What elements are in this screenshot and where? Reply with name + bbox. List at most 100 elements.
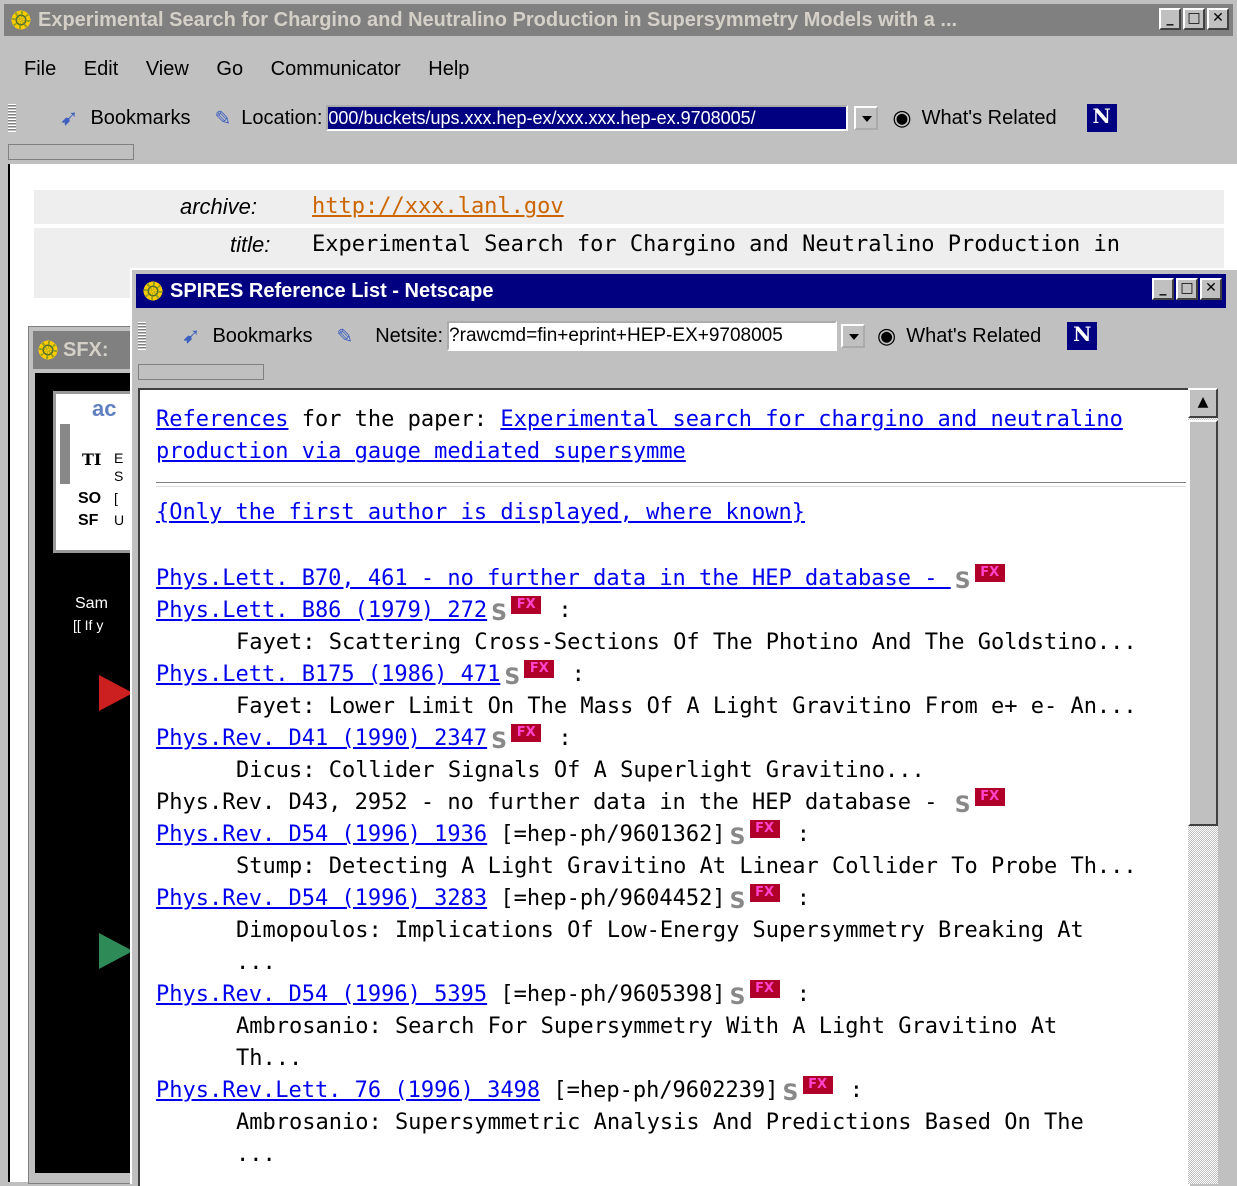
reference-colon: : — [783, 822, 811, 847]
reference-link[interactable]: Phys.Rev.Lett. 76 (1996) 3498 — [156, 1078, 540, 1103]
sfx-text-2: [[ If y — [73, 617, 104, 633]
vertical-scrollbar[interactable]: ▲ — [1188, 388, 1218, 1184]
netsite-dropdown-button[interactable] — [841, 324, 866, 348]
reference-colon: : — [836, 1078, 864, 1103]
reference-item: Phys.Lett. B70, 461 - no further data in… — [156, 563, 1186, 595]
toolbar-grip[interactable] — [8, 104, 16, 132]
netsite-input[interactable]: ?rawcmd=fin+eprint+HEP-EX+9708005 — [447, 321, 838, 351]
scroll-thumb[interactable] — [1188, 420, 1218, 826]
spires-window: SPIRES Reference List - Netscape _ □ ✕ ➹… — [130, 268, 1237, 1186]
reference-description: Fayet: Lower Limit On The Mass Of A Ligh… — [236, 694, 1137, 719]
reference-link[interactable]: Phys.Rev. D54 (1996) 5395 — [156, 982, 487, 1007]
netscape-n-icon[interactable]: N — [1086, 104, 1117, 132]
reference-eprint: [=hep-ph/9604452] — [487, 886, 726, 911]
sfx-window-title: SFX: — [63, 338, 109, 361]
netscape-logo-icon — [10, 9, 32, 31]
spires-collapsed-toolbar-tab[interactable] — [138, 364, 264, 380]
spires-maximize-button[interactable]: □ — [1176, 278, 1198, 300]
sfx-field-ti-value2: S — [114, 468, 124, 484]
menu-communicator[interactable]: Communicator — [271, 58, 401, 80]
reference-description-continued: ... — [236, 1142, 276, 1167]
close-button[interactable]: ✕ — [1207, 8, 1229, 30]
sfx-link-icon[interactable]: S FX — [955, 564, 1009, 594]
minimize-button[interactable]: _ — [1159, 8, 1181, 30]
reference-list: Phys.Lett. B70, 461 - no further data in… — [156, 563, 1186, 1171]
reference-colon: : — [545, 726, 572, 751]
reference-colon: : — [545, 598, 572, 623]
title-value: Experimental Search for Chargino and Neu… — [312, 232, 1120, 257]
sfx-link-icon[interactable]: S FX — [491, 724, 545, 754]
main-titlebar[interactable]: Experimental Search for Chargino and Neu… — [4, 4, 1233, 36]
netscape-n-icon[interactable]: N — [1067, 322, 1098, 350]
whats-related-button[interactable]: What's Related — [922, 107, 1057, 130]
spires-bookmarks-button[interactable]: Bookmarks — [212, 325, 312, 348]
sfx-field-sf-value: U — [114, 512, 125, 528]
reference-eprint: [=hep-ph/9605398] — [487, 982, 726, 1007]
sfx-link-icon[interactable]: S FX — [504, 660, 558, 690]
sfx-content: ac TI E S SO [ SF U Sam [[ If y — [35, 373, 159, 1173]
reference-link[interactable]: Phys.Lett. B86 (1979) 272 — [156, 598, 487, 623]
location-dropdown-button[interactable] — [854, 106, 879, 130]
scroll-up-button[interactable]: ▲ — [1188, 388, 1218, 418]
paper-title-link[interactable]: Experimental search for chargino and neu… — [500, 407, 1123, 432]
sfx-field-so-value: [ — [114, 490, 118, 506]
reference-link[interactable]: Phys.Lett. B70, 461 - no further data in… — [156, 566, 951, 591]
bookmarks-icon[interactable]: ➹ — [60, 105, 78, 131]
sfx-box-heading: ac — [92, 396, 117, 421]
reference-colon: : — [783, 886, 811, 911]
archive-link[interactable]: http://xxx.lanl.gov — [312, 194, 564, 219]
sfx-box-scrollbar[interactable] — [60, 424, 70, 484]
bookmarks-button[interactable]: Bookmarks — [90, 107, 190, 130]
reference-description: Dicus: Collider Signals Of A Superlight … — [236, 758, 925, 783]
sfx-arrow-red-icon[interactable] — [99, 675, 133, 711]
spires-minimize-button[interactable]: _ — [1152, 278, 1174, 300]
netscape-logo-icon — [37, 339, 59, 361]
spires-titlebar[interactable]: SPIRES Reference List - Netscape _ □ ✕ — [136, 274, 1226, 308]
sfx-link-icon[interactable]: S FX — [730, 884, 784, 914]
reference-link: Phys.Rev. D43, 2952 - no further data in… — [156, 790, 951, 815]
horizontal-rule — [156, 482, 1186, 487]
sfx-link-icon[interactable]: S FX — [955, 788, 1009, 818]
menu-edit[interactable]: Edit — [84, 58, 118, 80]
maximize-button[interactable]: □ — [1183, 8, 1205, 30]
menu-file[interactable]: File — [24, 58, 56, 80]
main-window-title: Experimental Search for Chargino and Neu… — [38, 8, 958, 31]
collapsed-toolbar-tab[interactable] — [8, 144, 134, 160]
reference-link[interactable]: Phys.Lett. B175 (1986) 471 — [156, 662, 500, 687]
netsite-icon: ✎ — [336, 325, 354, 348]
sfx-titlebar[interactable]: SFX: — [33, 331, 143, 369]
title-label: title: — [230, 232, 271, 257]
references-link[interactable]: References — [156, 407, 288, 432]
spires-location-toolbar: ➹ Bookmarks ✎ Netsite: ?rawcmd=fin+eprin… — [138, 316, 1237, 356]
reference-item: Phys.Lett. B86 (1979) 272 S FX : Fayet: Sca… — [156, 595, 1186, 659]
menu-view[interactable]: View — [146, 58, 189, 80]
sfx-link-icon[interactable]: S FX — [491, 596, 545, 626]
menu-go[interactable]: Go — [216, 58, 243, 80]
first-author-note-link[interactable]: {Only the first author is displayed, whe… — [156, 500, 805, 525]
bookmarks-icon[interactable]: ➹ — [182, 323, 200, 349]
toolbar-grip[interactable] — [138, 322, 146, 350]
whats-related-icon[interactable]: ◉ — [892, 105, 911, 131]
location-label: Location: — [241, 106, 323, 129]
menu-help[interactable]: Help — [428, 58, 469, 80]
reference-description: Dimopoulos: Implications Of Low-Energy S… — [236, 918, 1084, 943]
sfx-link-icon[interactable]: S FX — [730, 820, 784, 850]
reference-colon: : — [558, 662, 585, 687]
whats-related-icon[interactable]: ◉ — [877, 323, 896, 349]
archive-label: archive: — [180, 194, 258, 219]
spires-close-button[interactable]: ✕ — [1200, 278, 1222, 300]
sfx-link-icon[interactable]: S FX — [730, 980, 784, 1010]
reference-item: Phys.Rev. D43, 2952 - no further data in… — [156, 787, 1186, 819]
reference-link[interactable]: Phys.Rev. D41 (1990) 2347 — [156, 726, 487, 751]
location-input[interactable]: 000/buckets/ups.xxx.hep-ex/xxx.xxx.hep-e… — [326, 105, 849, 131]
paper-title-link-line2[interactable]: production via gauge mediated supersymme — [156, 439, 686, 464]
sfx-field-ti-label: TI — [82, 450, 102, 469]
reference-link[interactable]: Phys.Rev. D54 (1996) 1936 — [156, 822, 487, 847]
reference-link[interactable]: Phys.Rev. D54 (1996) 3283 — [156, 886, 487, 911]
reference-eprint: [=hep-ph/9601362] — [487, 822, 726, 847]
sfx-link-icon[interactable]: S FX — [783, 1076, 837, 1106]
spires-whats-related-button[interactable]: What's Related — [906, 325, 1041, 348]
location-icon: ✎ — [214, 107, 232, 130]
spires-window-title: SPIRES Reference List - Netscape — [170, 279, 494, 302]
sfx-arrow-green-icon[interactable] — [99, 933, 133, 969]
